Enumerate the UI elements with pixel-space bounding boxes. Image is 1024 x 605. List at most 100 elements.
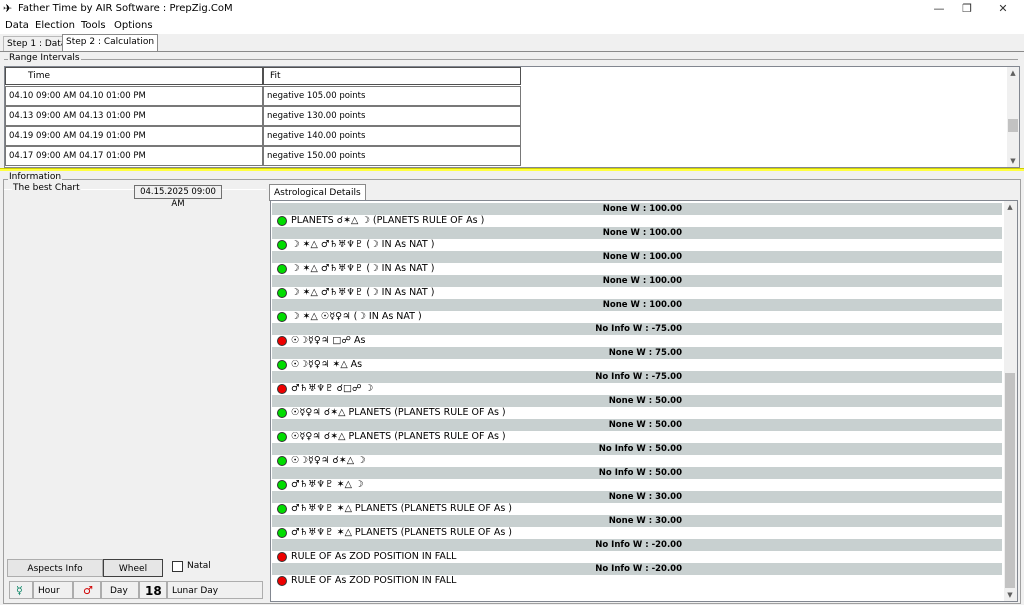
aspect-text: RULE OF As ZOD POSITION IN FALL [291, 551, 457, 562]
green-status-icon [277, 456, 287, 466]
weight-text: None W : 100.00 [602, 204, 682, 214]
splitter[interactable] [0, 168, 1024, 171]
restore-icon[interactable]: ❐ [950, 0, 984, 18]
green-status-icon [277, 240, 287, 250]
tab-step2-calculation[interactable]: Step 2 : Calculation [62, 34, 159, 51]
aspect-text: ☽ ✶△ ♂♄♅♆♇ (☽ IN As NAT ) [291, 287, 435, 298]
hour-label: Hour [33, 581, 73, 599]
aspect-row[interactable]: ☉☽☿♀♃ ☌✶△ ☽ [272, 455, 1002, 467]
menu-tools[interactable]: Tools [81, 20, 106, 31]
weight-text: None W : 30.00 [608, 516, 682, 526]
scroll-down-icon[interactable]: ▼ [1004, 589, 1016, 601]
tab-step1-data[interactable]: Step 1 : Data [3, 36, 71, 51]
aspect-row[interactable]: ☽ ✶△ ♂♄♅♆♇ (☽ IN As NAT ) [272, 287, 1002, 299]
menu-options[interactable]: Options [114, 20, 153, 31]
weight-row: None W : 50.00 [272, 419, 1002, 431]
range-time-cell[interactable]: 04.19 09:00 AM 04.19 01:00 PM [5, 126, 263, 146]
aspect-row[interactable]: ☉☽☿♀♃ ✶△ As [272, 359, 1002, 371]
aspect-text: ☉☿♀♃ ☌✶△ PLANETS (PLANETS RULE OF As ) [291, 431, 506, 442]
aspect-row[interactable]: ☉☿♀♃ ☌✶△ PLANETS (PLANETS RULE OF As ) [272, 407, 1002, 419]
scroll-down-icon[interactable]: ▼ [1007, 155, 1019, 167]
column-header-fit[interactable]: Fit [263, 67, 521, 85]
aspect-row[interactable]: ☽ ✶△ ♂♄♅♆♇ (☽ IN As NAT ) [272, 239, 1002, 251]
weight-text: No Info W : -75.00 [595, 372, 682, 382]
red-status-icon [277, 384, 287, 394]
aspect-row[interactable]: ☉☿♀♃ ☌✶△ PLANETS (PLANETS RULE OF As ) [272, 431, 1002, 443]
range-fit-cell[interactable]: negative 105.00 points [263, 86, 521, 106]
aspect-row[interactable]: ☽ ✶△ ☉☿♀♃ (☽ IN As NAT ) [272, 311, 1002, 323]
aspect-text: ☉☿♀♃ ☌✶△ PLANETS (PLANETS RULE OF As ) [291, 407, 506, 418]
range-fit-cell[interactable]: negative 130.00 points [263, 106, 521, 126]
green-status-icon [277, 264, 287, 274]
weight-row: None W : 75.00 [272, 347, 1002, 359]
aspect-text: ☽ ✶△ ♂♄♅♆♇ (☽ IN As NAT ) [291, 263, 435, 274]
tab-astrological-details[interactable]: Astrological Details [269, 184, 366, 201]
scroll-thumb[interactable] [1005, 373, 1015, 588]
scroll-up-icon[interactable]: ▲ [1004, 201, 1016, 213]
aspect-row[interactable]: ♂♄♅♆♇ ☌□☍ ☽ [272, 383, 1002, 395]
weight-text: None W : 100.00 [602, 228, 682, 238]
weight-text: No Info W : -20.00 [595, 564, 682, 574]
menu-bar: Data Election Tools Options [0, 18, 1024, 34]
range-fit-cell[interactable]: negative 150.00 points [263, 146, 521, 166]
range-fit-cell[interactable]: negative 140.00 points [263, 126, 521, 146]
aspect-row[interactable]: ♂♄♅♆♇ ✶△ PLANETS (PLANETS RULE OF As ) [272, 503, 1002, 515]
aspect-row[interactable]: RULE OF As ZOD POSITION IN FALL [272, 575, 1002, 587]
weight-row: None W : 100.00 [272, 227, 1002, 239]
weight-row: No Info W : 50.00 [272, 467, 1002, 479]
green-status-icon [277, 312, 287, 322]
green-status-icon [277, 216, 287, 226]
menu-data[interactable]: Data [5, 20, 29, 31]
aspect-text: ☽ ✶△ ♂♄♅♆♇ (☽ IN As NAT ) [291, 239, 435, 250]
weight-text: None W : 100.00 [602, 276, 682, 286]
weight-text: No Info W : -75.00 [595, 324, 682, 334]
range-time-cell[interactable]: 04.13 09:00 AM 04.13 01:00 PM [5, 106, 263, 126]
range-time-cell[interactable]: 04.10 09:00 AM 04.10 01:00 PM [5, 86, 263, 106]
weight-row: No Info W : -75.00 [272, 323, 1002, 335]
title-bar: ✈ Father Time by AIR Software : PrepZig.… [0, 0, 1024, 18]
aspects-info-button[interactable]: Aspects Info [7, 559, 103, 577]
details-scrollbar[interactable]: ▲ ▼ [1004, 201, 1017, 601]
hour-planet-icon: ☿ [9, 581, 33, 599]
information-label: Information [8, 172, 63, 182]
aspect-text: ☽ ✶△ ☉☿♀♃ (☽ IN As NAT ) [291, 311, 422, 322]
weight-row: No Info W : -20.00 [272, 539, 1002, 551]
aspect-row[interactable]: ♂♄♅♆♇ ✶△ PLANETS (PLANETS RULE OF As ) [272, 527, 1002, 539]
aspect-text: ♂♄♅♆♇ ✶△ PLANETS (PLANETS RULE OF As ) [291, 503, 513, 514]
green-status-icon [277, 504, 287, 514]
aspect-row[interactable]: ☽ ✶△ ♂♄♅♆♇ (☽ IN As NAT ) [272, 263, 1002, 275]
close-icon[interactable]: ✕ [986, 0, 1020, 18]
scroll-up-icon[interactable]: ▲ [1007, 67, 1019, 79]
aspect-row[interactable]: ♂♄♅♆♇ ✶△ ☽ [272, 479, 1002, 491]
weight-text: None W : 50.00 [608, 420, 682, 430]
weight-text: No Info W : 50.00 [598, 468, 682, 478]
best-chart-label: The best Chart [12, 183, 81, 193]
weight-text: No Info W : 50.00 [598, 444, 682, 454]
weight-row: None W : 30.00 [272, 491, 1002, 503]
astrological-details-list: None W : 100.00 PLANETS ☌✶△ ☽ (PLANETS RU… [270, 200, 1018, 602]
natal-checkbox[interactable] [172, 561, 183, 572]
weight-row: None W : 100.00 [272, 251, 1002, 263]
green-status-icon [277, 480, 287, 490]
red-status-icon [277, 336, 287, 346]
range-intervals-label: Range Intervals [8, 53, 81, 63]
aspect-text: PLANETS ☌✶△ ☽ (PLANETS RULE OF As ) [291, 215, 485, 226]
green-status-icon [277, 288, 287, 298]
aspect-row[interactable]: ☉☽☿♀♃ □☍ As [272, 335, 1002, 347]
weight-text: None W : 100.00 [602, 252, 682, 262]
weight-text: None W : 100.00 [602, 300, 682, 310]
lunar-day-number: 18 [139, 581, 167, 599]
menu-election[interactable]: Election [35, 20, 75, 31]
aspect-row[interactable]: RULE OF As ZOD POSITION IN FALL [272, 551, 1002, 563]
column-header-time[interactable]: Time [5, 67, 263, 85]
range-time-cell[interactable]: 04.17 09:00 AM 04.17 01:00 PM [5, 146, 263, 166]
aspect-row[interactable]: PLANETS ☌✶△ ☽ (PLANETS RULE OF As ) [272, 215, 1002, 227]
aspect-text: ♂♄♅♆♇ ✶△ PLANETS (PLANETS RULE OF As ) [291, 527, 513, 538]
range-scrollbar[interactable]: ▲ ▼ [1007, 67, 1019, 167]
weight-text: No Info W : -20.00 [595, 540, 682, 550]
aspect-text: RULE OF As ZOD POSITION IN FALL [291, 575, 457, 586]
scroll-thumb[interactable] [1008, 119, 1018, 132]
wheel-button[interactable]: Wheel [103, 559, 163, 577]
green-status-icon [277, 360, 287, 370]
red-status-icon [277, 552, 287, 562]
